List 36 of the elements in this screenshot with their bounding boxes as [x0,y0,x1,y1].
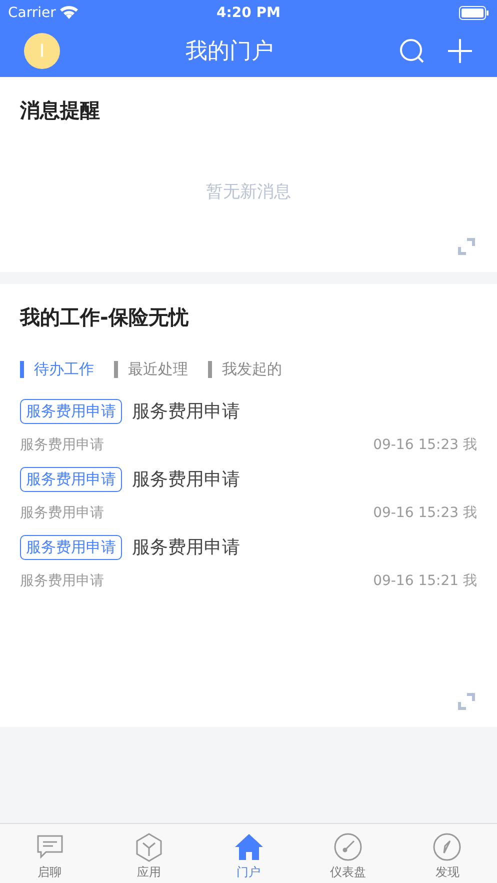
tab-bar-item[interactable]: 应用 [99,824,199,883]
category-tag: 服务费用申请 [20,398,122,424]
item-title[interactable]: 服务费用申请 [132,535,240,559]
home-icon [234,832,264,862]
filter-tab[interactable]: 最近处理 [114,361,188,378]
card-title: 我的工作-保险无忧 [20,304,188,331]
wifi-icon [60,6,78,19]
cube-icon [134,832,164,862]
expand-icon[interactable] [457,692,476,711]
status-time: 4:20 PM [216,4,280,20]
tab-bar-item[interactable]: 门户 [198,824,298,883]
category-tag: 服务费用申请 [20,534,122,560]
empty-message: 暂无新消息 [206,181,291,203]
item-title[interactable]: 服务费用申请 [132,467,240,491]
expand-icon[interactable] [457,237,476,256]
tab-bar-item[interactable]: 发现 [398,824,497,883]
add-icon[interactable] [447,38,473,64]
filter-tab[interactable]: 待办工作 [20,361,94,378]
item-title[interactable]: 服务费用申请 [132,399,240,423]
filter-tab[interactable]: 我发起的 [208,361,282,378]
tab-bar-item[interactable]: 仪表盘 [298,824,398,883]
compass-icon [432,832,462,862]
gauge-icon [332,832,363,862]
item-subtitle: 服务费用申请 [20,436,104,454]
carrier-label: Carrier [8,4,56,20]
tab-bar-item[interactable]: 启聊 [0,824,100,883]
item-subtitle: 服务费用申请 [20,504,104,522]
card-title: 消息提醒 [20,97,100,124]
page-title: 我的门户 [186,38,274,66]
item-meta: 09-16 15:23 我 [373,436,477,454]
category-tag: 服务费用申请 [20,466,122,492]
item-meta: 09-16 15:23 我 [373,504,477,522]
battery-icon [458,6,489,20]
item-subtitle: 服务费用申请 [20,572,104,590]
search-icon[interactable] [399,38,425,64]
item-meta: 09-16 15:21 我 [373,572,477,590]
